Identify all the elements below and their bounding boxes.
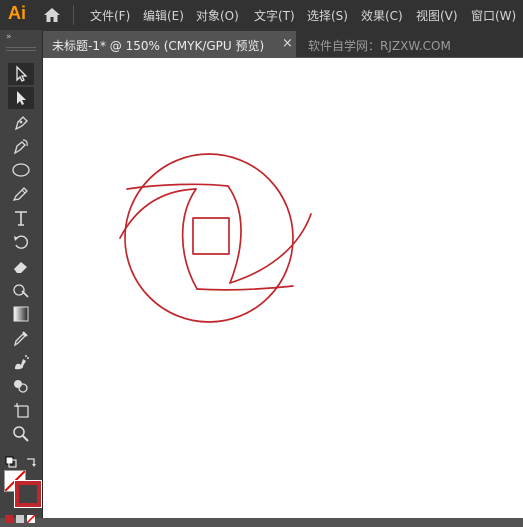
document-tab-title: 未标题-1* @ 150% (CMYK/GPU 预览): [52, 39, 265, 53]
outer-circle-path: [124, 153, 294, 323]
watermark-text: 软件自学网：RJZXW.COM: [308, 39, 451, 53]
gradient-tool-icon[interactable]: [8, 303, 34, 325]
shape-builder-tool-icon[interactable]: [8, 375, 34, 397]
stroke-swatch[interactable]: [15, 481, 41, 507]
menu-select[interactable]: 选择(S): [307, 7, 348, 24]
artwork: [119, 153, 312, 323]
panel-grip[interactable]: [6, 47, 36, 51]
top-blade-path: [126, 183, 242, 284]
document-tab[interactable]: 未标题-1* @ 150% (CMYK/GPU 预览) ×: [42, 31, 296, 58]
default-colors-icon[interactable]: [5, 453, 17, 468]
type-tool-icon[interactable]: [8, 207, 34, 229]
close-icon[interactable]: ×: [282, 36, 293, 51]
swap-colors-icon[interactable]: [25, 453, 37, 467]
color-mode-buttons[interactable]: [5, 508, 37, 524]
artboard-canvas[interactable]: [43, 58, 523, 518]
pen-tool-icon[interactable]: [8, 111, 34, 133]
menu-file[interactable]: 文件(F): [90, 7, 130, 24]
puppet-warp-tool-icon[interactable]: [8, 279, 34, 301]
menu-bar: Ai 文件(F) 编辑(E) 对象(O) 文字(T) 选择(S) 效果(C) 视…: [0, 0, 523, 30]
menu-separator: [73, 5, 74, 25]
bottom-blade-path: [196, 285, 294, 291]
left-blade-path: [181, 188, 198, 290]
app-logo: Ai: [8, 3, 26, 23]
eraser-tool-icon[interactable]: [8, 255, 34, 277]
tools-panel: »: [0, 30, 43, 524]
menu-effect[interactable]: 效果(C): [361, 7, 403, 24]
rotate-tool-icon[interactable]: [8, 231, 34, 253]
menu-view[interactable]: 视图(V): [416, 7, 458, 24]
direct-selection-tool-icon[interactable]: [8, 87, 34, 109]
inner-square-path: [192, 217, 230, 255]
pencil-tool-icon[interactable]: [8, 183, 34, 205]
eyedropper-tool-icon[interactable]: [8, 327, 34, 349]
home-icon[interactable]: [42, 6, 62, 24]
ellipse-tool-icon[interactable]: [8, 159, 34, 181]
zoom-tool-icon[interactable]: [8, 423, 34, 445]
selection-tool-icon[interactable]: [8, 63, 34, 85]
menu-type[interactable]: 文字(T): [254, 7, 295, 24]
artboard-tool-icon[interactable]: [8, 399, 34, 421]
menu-window[interactable]: 窗口(W): [471, 7, 516, 24]
right-swoosh-path: [229, 213, 312, 284]
symbol-sprayer-tool-icon[interactable]: [8, 351, 34, 373]
menu-edit[interactable]: 编辑(E): [143, 7, 184, 24]
curvature-tool-icon[interactable]: [8, 135, 34, 157]
collapse-panel-icon[interactable]: »: [6, 32, 12, 42]
menu-object[interactable]: 对象(O): [196, 7, 239, 24]
